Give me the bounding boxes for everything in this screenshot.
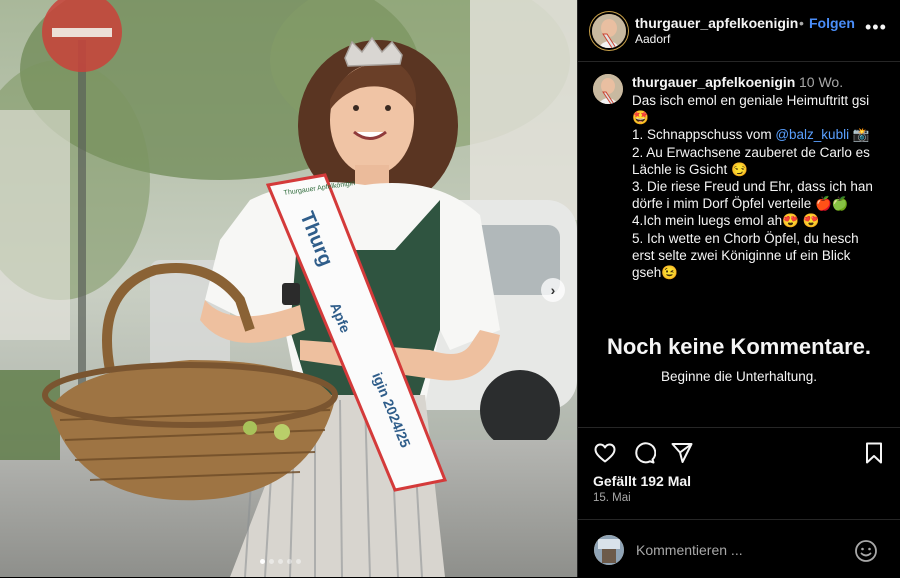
avatar-image xyxy=(594,535,624,565)
caption-timestamp[interactable]: 10 Wo. xyxy=(799,74,843,90)
like-heart-icon[interactable] xyxy=(593,441,617,465)
caption-avatar[interactable] xyxy=(593,74,623,104)
caption-text: Das isch emol en geniale Heimuftritt gsi… xyxy=(632,92,890,281)
no-comments-subtitle: Beginne die Unterhaltung. xyxy=(660,369,818,384)
follow-button[interactable]: Folgen xyxy=(809,15,855,31)
slide-dot xyxy=(278,559,283,564)
caption-line: 5. Ich wette en Chorb Öpfel, du hesch xyxy=(632,230,859,246)
caption-line: 🤩 xyxy=(632,110,649,126)
caption-line: Das isch emol en geniale Heimuftritt gsi xyxy=(632,93,870,108)
post-side-panel: thurgauer_apfelkoenigin • Folgen Aadorf … xyxy=(577,0,900,577)
caption-line: gseh😉 xyxy=(632,265,679,281)
slide-dot xyxy=(296,559,301,564)
avatar[interactable] xyxy=(592,14,626,48)
mention-link[interactable]: @balz_kubli xyxy=(775,127,849,142)
emoji-smiley-icon[interactable] xyxy=(854,539,878,563)
bookmark-icon[interactable] xyxy=(862,441,886,465)
post-date[interactable]: 15. Mai xyxy=(593,492,631,504)
post-photo[interactable]: Thurgauer Apfelkönigin Thurg Apfe igin 2… xyxy=(0,0,577,577)
caption-line: Lächle is Gsicht 😏 xyxy=(632,161,748,177)
photo-illustration: Thurgauer Apfelkönigin Thurg Apfe igin 2… xyxy=(0,0,577,577)
header-separator: • xyxy=(799,15,804,31)
caption-line-suffix: 📸 xyxy=(849,127,870,143)
comment-input[interactable]: Kommentieren ... xyxy=(636,542,743,558)
caption-line: 4.Ich mein luegs emol ah😍 😍 xyxy=(632,213,820,229)
avatar-image xyxy=(593,74,623,104)
slide-dot xyxy=(269,559,274,564)
post-header: thurgauer_apfelkoenigin • Folgen Aadorf … xyxy=(578,0,900,62)
header-username[interactable]: thurgauer_apfelkoenigin xyxy=(635,15,798,31)
caption-line: erst selte zwei Königinne uf ein Blick xyxy=(632,247,851,263)
location-link[interactable]: Aadorf xyxy=(635,32,670,46)
next-slide-button[interactable]: › xyxy=(541,278,565,302)
slide-dot xyxy=(260,559,265,564)
comment-bubble-icon[interactable] xyxy=(632,441,656,465)
actions-divider xyxy=(578,427,900,429)
avatar-image xyxy=(592,14,626,48)
like-count[interactable]: Gefällt 192 Mal xyxy=(593,473,691,489)
current-user-avatar xyxy=(594,535,624,565)
share-send-icon[interactable] xyxy=(670,441,694,465)
comment-composer: Kommentieren ... xyxy=(578,519,900,578)
more-options-icon[interactable]: ••• xyxy=(865,18,887,36)
caption-username[interactable]: thurgauer_apfelkoenigin xyxy=(632,74,795,90)
caption-line: 2. Au Erwachsene zauberet de Carlo es xyxy=(632,144,870,160)
caption-line: 3. Die riese Freud und Ehr, dass ich han xyxy=(632,179,873,195)
slide-indicator xyxy=(260,559,301,564)
caption-line: dörfe i mim Dorf Öpfel verteile 🍎🍏 xyxy=(632,196,849,212)
caption-line-text: 1. Schnappschuss vom xyxy=(632,127,776,143)
caption-line: 1. Schnappschuss vom @balz_kubli 📸 xyxy=(632,126,890,143)
no-comments-title: Noch keine Kommentare. xyxy=(606,334,872,359)
slide-dot xyxy=(287,559,292,564)
